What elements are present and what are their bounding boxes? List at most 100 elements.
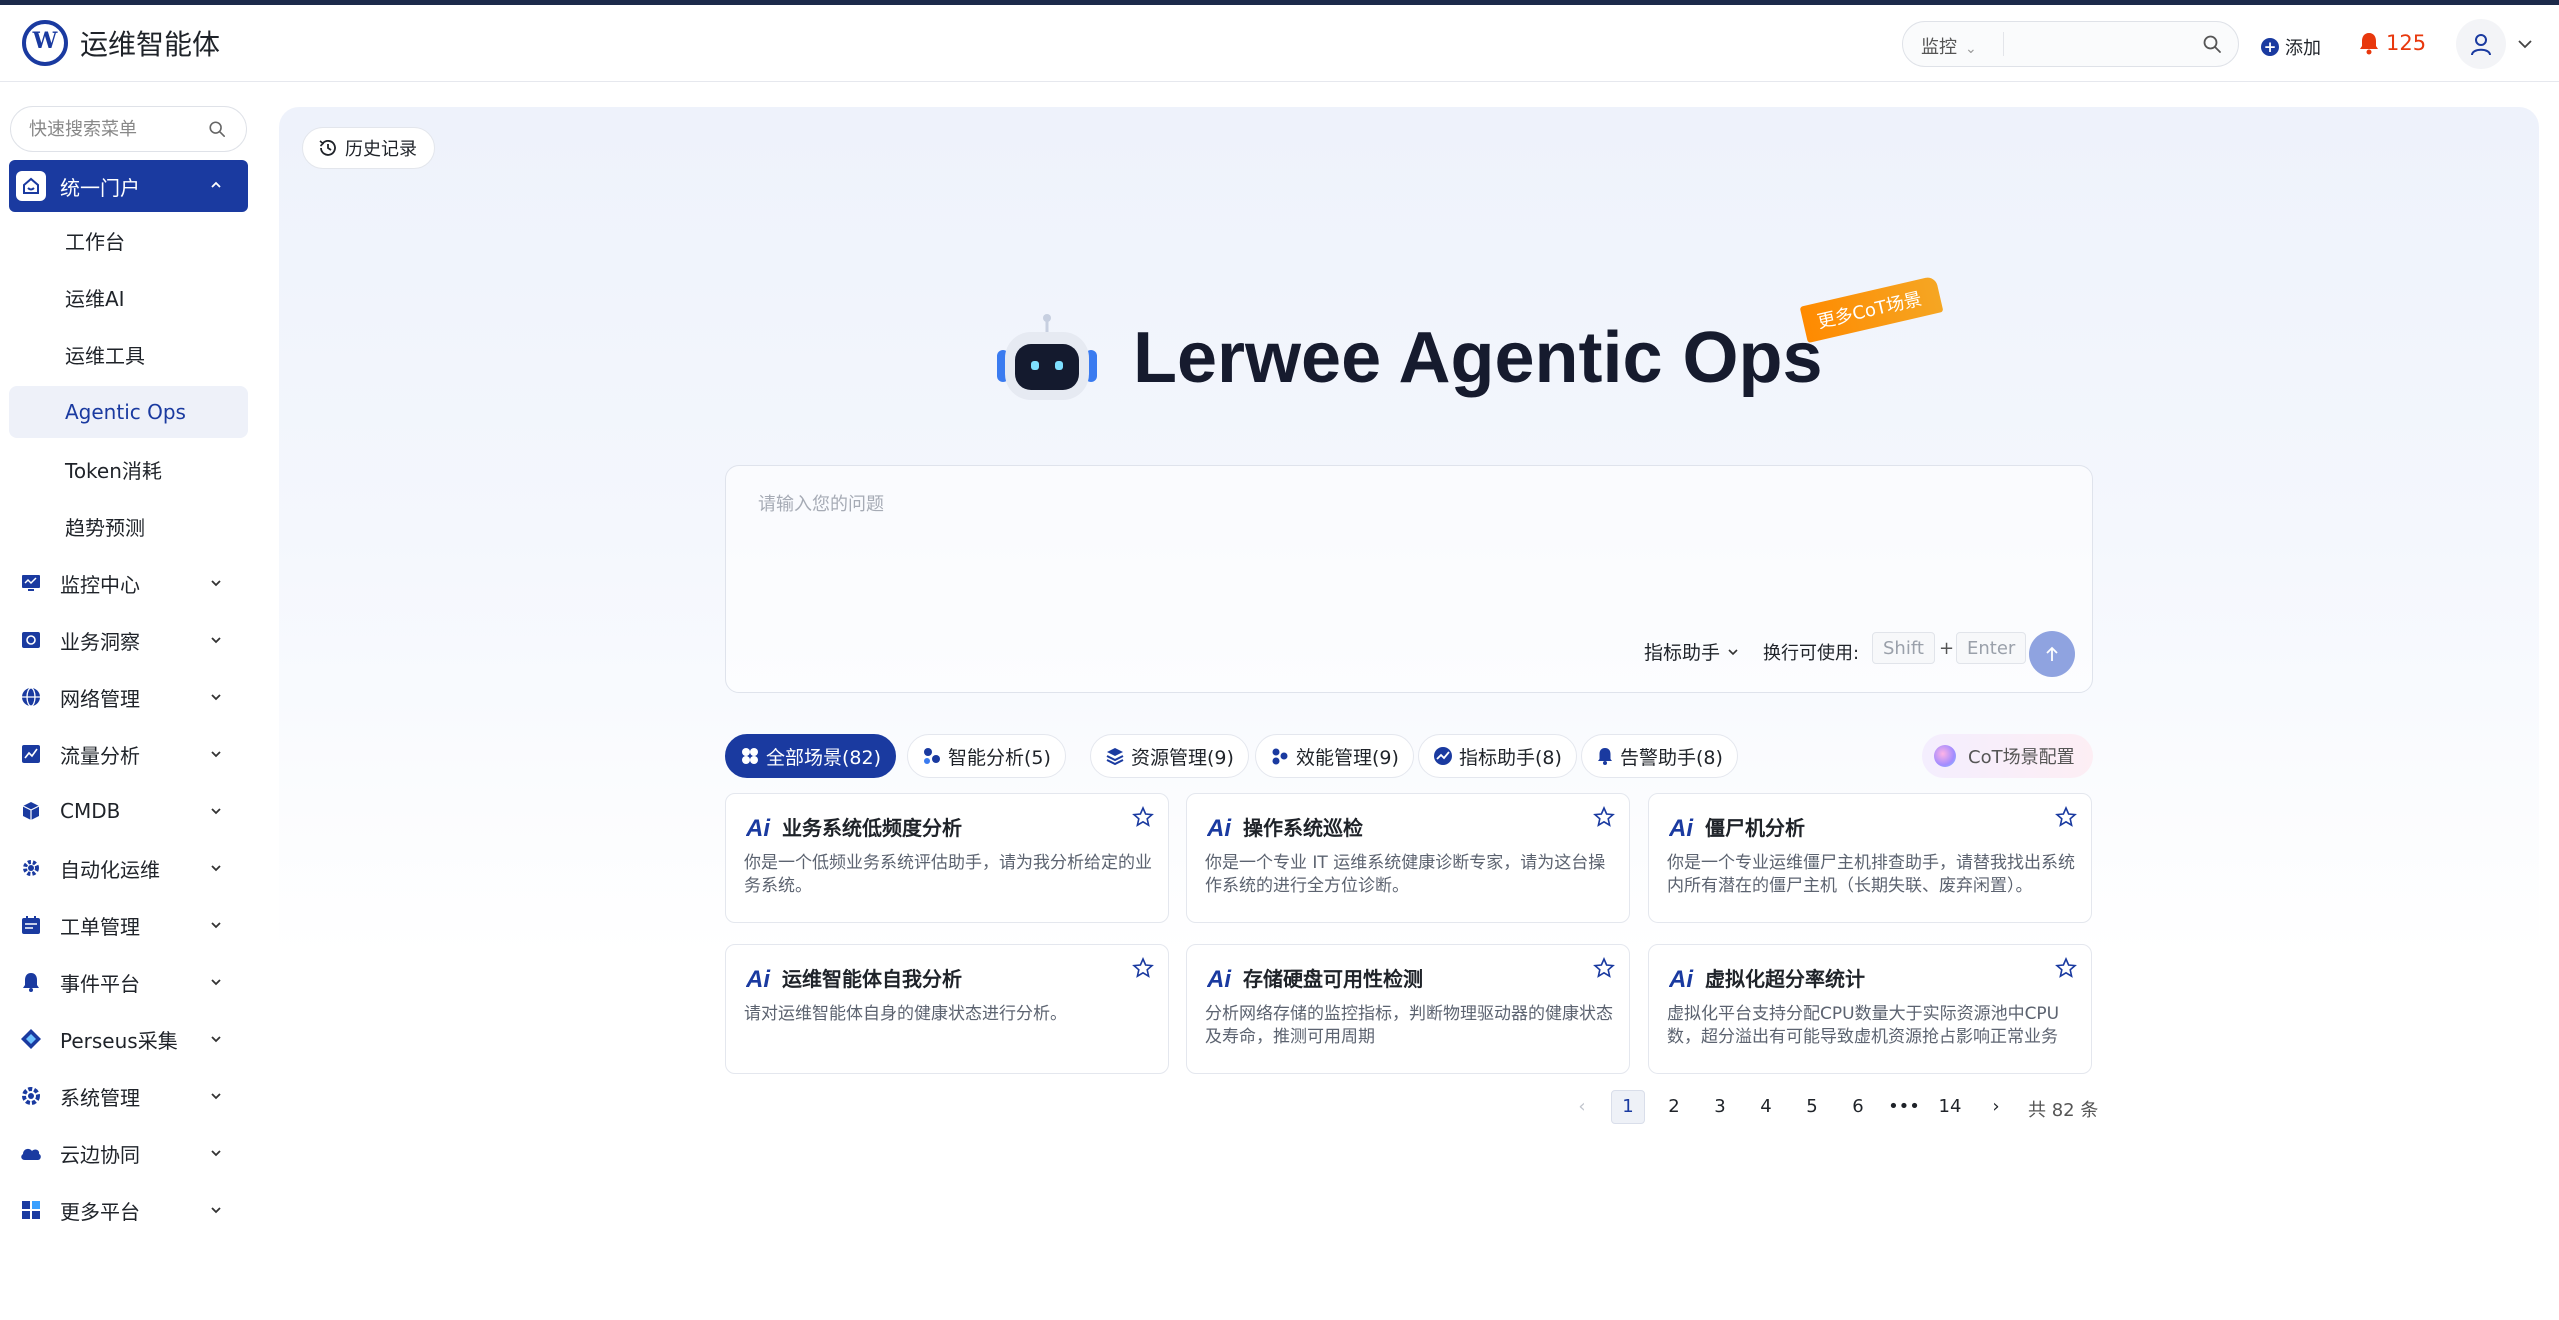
page-button[interactable]: 4 [1749,1090,1783,1124]
sidebar-item-workbench[interactable]: 工作台 [9,214,248,266]
sidebar-item-trend-forecast[interactable]: 趋势预测 [9,500,248,552]
next-page-button[interactable]: › [1979,1090,2013,1124]
grid-icon [19,1198,43,1222]
chevron-down-icon[interactable] [2516,35,2534,53]
page-button[interactable]: 5 [1795,1090,1829,1124]
chevron-down-icon [211,865,221,872]
sidebar-group-portal[interactable]: 统一门户 [9,160,248,212]
sidebar-group-traffic[interactable]: 流量分析 [9,728,248,780]
prev-page-button[interactable]: ‹ [1565,1090,1599,1124]
sidebar-group-system[interactable]: 系统管理 [9,1070,248,1122]
alert-count: 125 [2386,31,2427,55]
global-search[interactable]: 监控 ⌄ [1902,21,2239,67]
monitor-icon [19,571,43,595]
page-button[interactable]: 6 [1841,1090,1875,1124]
send-button[interactable] [2029,631,2075,677]
sidebar-group-perseus[interactable]: Perseus采集 [9,1013,248,1065]
scene-card[interactable]: Ai 虚拟化超分率统计 虚拟化平台支持分配CPU数量大于实际资源池中CPU数，超… [1648,944,2092,1074]
sidebar-group-network[interactable]: 网络管理 [9,671,248,723]
tab-metric-assistant[interactable]: 指标助手(8) [1418,734,1577,778]
all-scenes-icon [742,748,758,764]
hero-title: Lerwee Agentic Ops [1133,318,1823,398]
cloud-icon [19,1141,43,1165]
user-avatar[interactable] [2456,19,2506,69]
question-input[interactable] [758,490,2058,600]
sidebar-item-token-usage[interactable]: Token消耗 [9,443,248,495]
menu-search-input[interactable] [29,119,199,140]
portal-icon [16,171,46,201]
star-icon[interactable] [2055,957,2077,979]
tab-smart-analysis[interactable]: 智能分析(5) [907,734,1066,778]
diamond-icon [19,1027,43,1051]
scene-card[interactable]: Ai 僵尸机分析 你是一个专业运维僵尸主机排查助手，请替我找出系统内所有潜在的僵… [1648,793,2092,923]
shift-key-hint: Shift [1872,632,1935,664]
alerts-button[interactable]: 125 [2358,31,2426,55]
sidebar-group-events[interactable]: 事件平台 [9,956,248,1008]
main-panel [279,107,2539,1320]
svg-text:Ai: Ai [746,966,771,991]
star-icon[interactable] [1132,957,1154,979]
scene-card[interactable]: Ai 操作系统巡检 你是一个专业 IT 运维系统健康诊断专家，请为这台操作系统的… [1186,793,1630,923]
search-icon[interactable] [208,120,226,138]
svg-text:Ai: Ai [1207,966,1232,991]
search-type-select[interactable]: 监控 ⌄ [1921,33,1977,59]
sidebar-item-ops-tools[interactable]: 运维工具 [9,328,248,380]
cot-config-button[interactable]: CoT场景配置 [1922,734,2093,778]
page-button[interactable]: 2 [1657,1090,1691,1124]
sidebar-group-monitor[interactable]: 监控中心 [9,557,248,609]
tab-alert-assistant[interactable]: 告警助手(8) [1581,734,1738,778]
star-icon[interactable] [1593,957,1615,979]
efficiency-icon [1272,748,1288,765]
sidebar-group-insight[interactable]: 业务洞察 [9,614,248,666]
page-ellipsis[interactable]: ••• [1887,1090,1921,1124]
sidebar-item-agentic-ops[interactable]: Agentic Ops [9,386,248,438]
trend-icon [1434,747,1452,765]
scene-card[interactable]: Ai 业务系统低频度分析 你是一个低频业务系统评估助手，请为我分析给定的业务系统… [725,793,1169,923]
star-icon[interactable] [1593,806,1615,828]
ai-icon: Ai [746,966,771,991]
page-button[interactable]: 3 [1703,1090,1737,1124]
chevron-down-icon [211,808,221,815]
sidebar-group-more[interactable]: 更多平台 [9,1184,248,1236]
assistant-select[interactable]: 指标助手 [1644,638,1740,665]
chevron-down-icon [1728,648,1738,655]
star-icon[interactable] [1132,806,1154,828]
add-button[interactable]: + 添加 [2261,34,2321,60]
chart-icon [19,742,43,766]
sidebar-group-cmdb[interactable]: CMDB [9,785,248,837]
tab-all-scenes[interactable]: 全部场景(82) [725,734,897,778]
bell-icon [2360,33,2378,55]
scene-card[interactable]: Ai 运维智能体自我分析 请对运维智能体自身的健康状态进行分析。 [725,944,1169,1074]
app-title: 运维智能体 [80,28,221,61]
cot-orb-icon [1934,745,1956,767]
tab-resource-mgmt[interactable]: 资源管理(9) [1090,734,1249,778]
sidebar-item-ops-ai[interactable]: 运维AI [9,271,248,323]
page-button[interactable]: 14 [1933,1090,1967,1124]
ai-icon: Ai [1207,815,1232,840]
scene-card[interactable]: Ai 存储硬盘可用性检测 分析网络存储的监控指标，判断物理驱动器的健康状态及寿命… [1186,944,1630,1074]
page-button[interactable]: 1 [1611,1090,1645,1124]
chevron-down-icon [211,694,221,701]
chevron-up-icon [211,181,221,188]
logo-icon: W [22,20,68,66]
user-icon [2471,34,2491,56]
history-button[interactable]: 历史记录 [302,127,435,169]
app-logo[interactable]: W 运维智能体 [22,20,220,66]
sidebar: 统一门户 工作台 运维AI 运维工具 Agentic Ops Token消耗 趋… [0,83,262,1320]
arrow-up-icon [2046,646,2058,661]
tab-efficiency-mgmt[interactable]: 效能管理(9) [1255,734,1414,778]
newline-hint: 换行可使用: [1763,643,1860,664]
insight-icon [19,628,43,652]
chevron-down-icon [211,751,221,758]
ai-icon: Ai [1669,815,1694,840]
ai-icon: Ai [746,815,771,840]
chevron-down-icon [211,979,221,986]
menu-search[interactable] [10,106,247,152]
star-icon[interactable] [2055,806,2077,828]
question-box: 指标助手 换行可使用: Shift + Enter [725,465,2093,693]
key-plus: + [1939,638,1955,659]
search-icon[interactable] [2202,34,2222,54]
sidebar-group-cloud-edge[interactable]: 云边协同 [9,1127,248,1179]
sidebar-group-tickets[interactable]: 工单管理 [9,899,248,951]
sidebar-group-automation[interactable]: 自动化运维 [9,842,248,894]
